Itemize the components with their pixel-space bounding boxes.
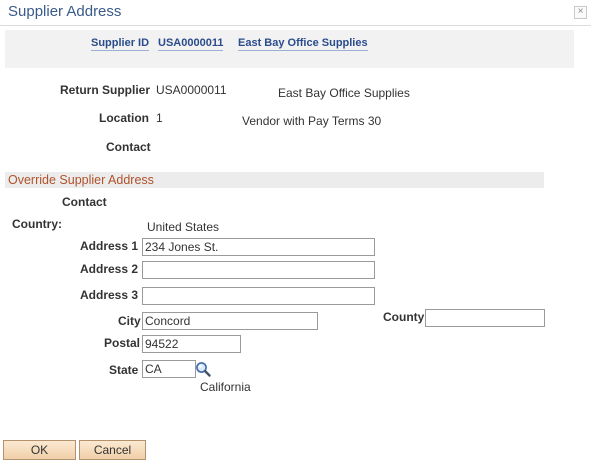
state-label: State (109, 363, 139, 377)
county-label: County (383, 310, 425, 324)
address2-field[interactable] (142, 261, 375, 279)
country-value: United States (147, 220, 220, 234)
county-field[interactable] (425, 309, 545, 327)
return-supplier-value: USA0000011 (156, 83, 227, 97)
state-description: California (200, 380, 251, 394)
title-divider (0, 25, 591, 26)
city-field[interactable] (142, 312, 318, 330)
location-description: Vendor with Pay Terms 30 (242, 114, 382, 128)
contact-label: Contact (106, 140, 151, 154)
close-icon[interactable]: × (574, 6, 587, 19)
magnifier-lookup-icon[interactable] (195, 361, 211, 377)
address1-field[interactable] (142, 238, 375, 256)
override-contact-label: Contact (62, 195, 107, 209)
country-label: Country: (12, 217, 62, 231)
cancel-button[interactable]: Cancel (79, 440, 146, 460)
address1-label: Address 1 (80, 239, 139, 253)
window-title: Supplier Address (8, 3, 122, 20)
supplier-id-value-link[interactable]: USA0000011 (158, 37, 224, 51)
ok-button[interactable]: OK (3, 440, 76, 460)
postal-label: Postal (104, 336, 141, 350)
location-label: Location (99, 111, 149, 125)
section-title: Override Supplier Address (8, 173, 154, 187)
state-field[interactable] (142, 360, 196, 378)
location-value: 1 (156, 111, 163, 125)
address3-field[interactable] (142, 287, 375, 305)
address2-label: Address 2 (80, 262, 139, 276)
address3-label: Address 3 (80, 288, 139, 302)
city-label: City (118, 314, 141, 328)
return-supplier-label: Return Supplier (60, 83, 151, 97)
supplier-id-label-link[interactable]: Supplier ID (91, 37, 150, 51)
postal-field[interactable] (142, 335, 241, 353)
supplier-name-link[interactable]: East Bay Office Supplies (238, 37, 368, 51)
return-supplier-name: East Bay Office Supplies (278, 86, 410, 100)
